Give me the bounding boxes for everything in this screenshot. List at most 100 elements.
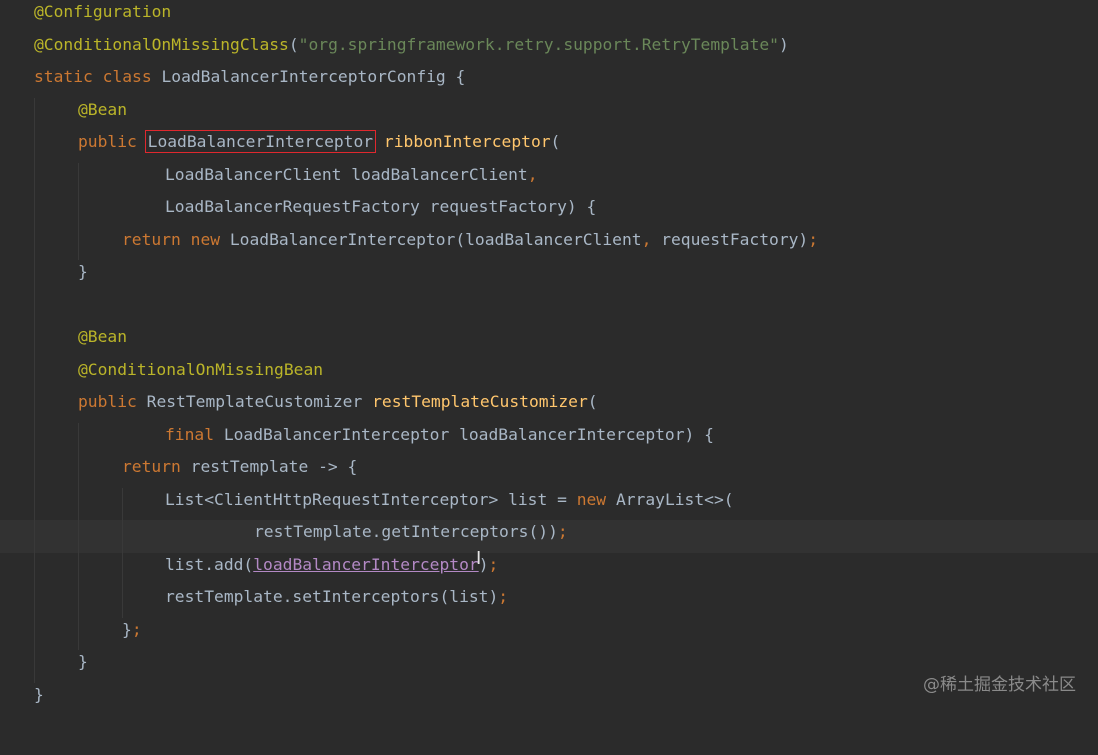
code-line-14: final LoadBalancerInterceptor loadBalanc… [0, 422, 1098, 455]
indent-guide [34, 325, 35, 358]
indent-guide [78, 227, 79, 260]
method-call: restTemplate.setInterceptors(list) [165, 587, 499, 606]
keyword-new: new [190, 229, 221, 249]
class-name: LoadBalancerInterceptorConfig { [161, 67, 466, 86]
indent-guide [34, 260, 35, 293]
paren: ( [288, 34, 299, 54]
indent-guide [78, 487, 79, 520]
code-line-16: List<ClientHttpRequestInterceptor> list … [0, 487, 1098, 520]
indent-guide [122, 487, 123, 520]
closing-brace: } [78, 262, 88, 281]
method-call: restTemplate.getInterceptors()) [254, 522, 558, 541]
method-name-ribbon-interceptor: ribbonInterceptor [383, 132, 551, 151]
keyword-return: return [122, 457, 181, 476]
method-call: list.add( [165, 554, 254, 574]
constructor-call: LoadBalancerInterceptor(loadBalancerClie… [229, 229, 642, 249]
code-line-15: return restTemplate -> { [0, 455, 1098, 488]
indent-guide [78, 617, 79, 650]
paren: ( [587, 392, 598, 411]
closing-brace: } [78, 652, 88, 671]
indent-guide [122, 552, 123, 585]
indent-guide [34, 552, 35, 585]
indent-guide [78, 585, 79, 618]
code-line-8: return new LoadBalancerInterceptor(loadB… [0, 227, 1098, 260]
highlighted-return-type: LoadBalancerInterceptor [144, 130, 377, 153]
indent-guide [78, 455, 79, 488]
string-literal: "org.springframework.retry.support.Retry… [298, 34, 779, 54]
comma: , [527, 164, 538, 184]
code-line-5: public LoadBalancerInterceptor ribbonInt… [0, 130, 1098, 163]
annotation-conditional-on-missing-class: @ConditionalOnMissingClass [34, 34, 289, 54]
indent-guide [34, 130, 35, 163]
code-line-18: list.add(loadBalancerInterceptor); [0, 552, 1098, 585]
semicolon: ; [488, 554, 499, 574]
indent-guide [34, 650, 35, 683]
code-line-20: }; [0, 617, 1098, 650]
watermark: @稀土掘金技术社区 [923, 675, 1076, 695]
code-line-2: @ConditionalOnMissingClass("org.springfr… [0, 33, 1098, 66]
annotation-bean: @Bean [78, 99, 128, 119]
comma: , [641, 229, 652, 249]
indent-guide [34, 390, 35, 423]
indent-guide [78, 520, 79, 553]
closing-brace: } [34, 684, 44, 704]
code-line-6: LoadBalancerClient loadBalancerClient, [0, 162, 1098, 195]
indent-guide [34, 162, 35, 195]
parameter: LoadBalancerRequestFactory requestFactor… [165, 197, 597, 216]
indent-guide [78, 195, 79, 228]
return-type: RestTemplateCustomizer [146, 392, 363, 411]
indent-guide [34, 97, 35, 130]
text-cursor-icon: I [476, 548, 482, 569]
indent-guide [34, 455, 35, 488]
lambda: restTemplate -> { [190, 457, 358, 476]
indent-guide [122, 585, 123, 618]
code-line-7: LoadBalancerRequestFactory requestFactor… [0, 195, 1098, 228]
semicolon: ; [131, 619, 142, 639]
code-line-3: static class LoadBalancerInterceptorConf… [0, 65, 1098, 98]
semicolon: ; [557, 522, 568, 541]
variable-declaration: List<ClientHttpRequestInterceptor> list … [165, 489, 567, 509]
indent-guide [34, 617, 35, 650]
keyword-new: new [576, 489, 607, 509]
keyword-public: public [78, 132, 137, 151]
indent-guide [34, 422, 35, 455]
code-line-1: @Configuration [0, 0, 1098, 33]
keyword-final: final [165, 424, 215, 444]
keyword-return: return [122, 229, 181, 249]
semicolon: ; [498, 587, 509, 606]
annotation-bean: @Bean [78, 327, 128, 346]
parameter: LoadBalancerInterceptor loadBalancerInte… [223, 424, 714, 444]
keyword-public: public [78, 392, 137, 411]
keyword-static: static [34, 67, 93, 86]
indent-guide [78, 422, 79, 455]
code-line-9: } [0, 260, 1098, 293]
parameter: LoadBalancerClient loadBalancerClient [165, 164, 528, 184]
captured-variable: loadBalancerInterceptor [253, 554, 479, 574]
code-line-17-current: restTemplate.getInterceptors()); [0, 520, 1098, 553]
code-editor[interactable]: @Configuration @ConditionalOnMissingClas… [0, 0, 1098, 715]
code-line-19: restTemplate.setInterceptors(list); [0, 585, 1098, 618]
code-line-4: @Bean [0, 97, 1098, 130]
annotation-configuration: @Configuration [34, 2, 172, 21]
indent-guide [34, 292, 35, 325]
indent-guide [78, 162, 79, 195]
code-line-10 [0, 292, 1098, 325]
code-line-13: public RestTemplateCustomizer restTempla… [0, 390, 1098, 423]
code-line-11: @Bean [0, 325, 1098, 358]
keyword-class: class [102, 67, 152, 86]
code-line-12: @ConditionalOnMissingBean [0, 357, 1098, 390]
closing-brace: } [122, 619, 132, 639]
semicolon: ; [808, 229, 819, 249]
argument: requestFactory) [661, 229, 809, 249]
indent-guide [34, 487, 35, 520]
paren: ) [778, 34, 789, 54]
paren: ( [550, 132, 561, 151]
indent-guide [78, 552, 79, 585]
indent-guide [34, 195, 35, 228]
indent-guide [34, 227, 35, 260]
indent-guide [34, 585, 35, 618]
indent-guide [34, 520, 35, 553]
indent-guide [122, 520, 123, 553]
method-name-rest-template-customizer: restTemplateCustomizer [372, 392, 588, 411]
indent-guide [34, 357, 35, 390]
